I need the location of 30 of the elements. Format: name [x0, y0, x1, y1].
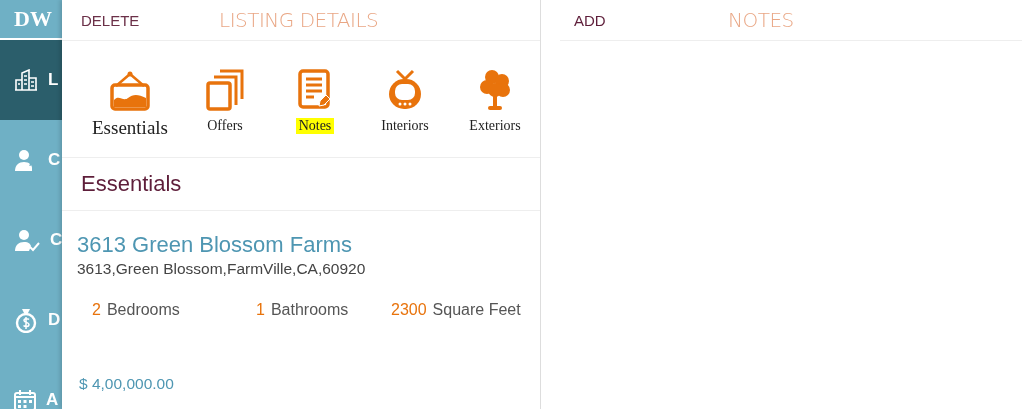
delete-button[interactable]: DELETE [81, 11, 219, 29]
category-tab[interactable]: Offers [204, 118, 246, 134]
tv-icon [386, 69, 424, 111]
stat-value: 2300 [391, 301, 427, 319]
panel-title: LISTING DETAILS [219, 8, 379, 32]
building-icon [14, 69, 38, 91]
category-tab[interactable]: Interiors [378, 118, 432, 134]
picture-frame-icon [110, 71, 150, 111]
calendar-icon [14, 389, 36, 409]
category-tab[interactable]: Notes [295, 118, 335, 134]
note-icon [298, 69, 332, 111]
tree-icon [478, 69, 512, 111]
stat-value: 2 [92, 301, 101, 319]
section-heading: Essentials [81, 171, 182, 197]
category-tab[interactable]: Essentials [89, 117, 171, 139]
add-button[interactable]: ADD [574, 11, 728, 29]
listing-name: 3613 Green Blossom Farms [77, 231, 354, 259]
panel-title: NOTES [728, 8, 794, 32]
listing-price: $ 4,00,000.00 [78, 375, 175, 393]
category-tab[interactable]: Exteriors [466, 118, 524, 134]
money-bag-icon [14, 307, 38, 333]
sidebar-item[interactable]: L [0, 40, 62, 120]
document-stack-icon [206, 69, 244, 111]
stat-value: 1 [256, 301, 265, 319]
stat-label: Bedrooms [106, 301, 180, 319]
stat-label: Square Feet [432, 301, 521, 319]
stat-label: Bathrooms [270, 301, 349, 319]
person-check-icon [14, 228, 40, 252]
app-logo: DW [14, 6, 52, 32]
listing-address: 3613,Green Blossom,FarmVille,CA,60920 [77, 259, 367, 279]
